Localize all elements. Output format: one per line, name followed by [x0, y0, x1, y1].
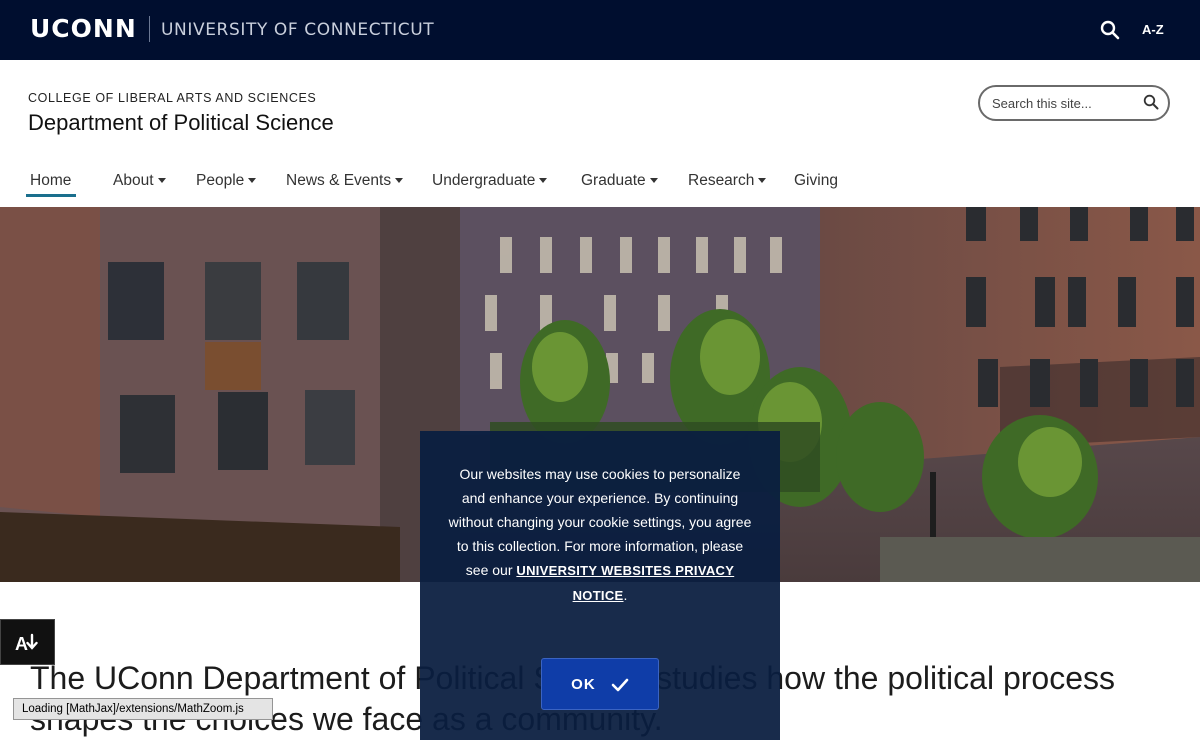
accessibility-button[interactable]: A [0, 619, 55, 665]
nav-item-undergraduate[interactable]: Undergraduate [432, 172, 548, 190]
caret-down-icon [649, 178, 658, 184]
cookie-notice-body: Our websites may use cookies to personal… [448, 466, 752, 578]
banner-divider [149, 16, 150, 42]
caret-down-icon [248, 178, 257, 184]
active-nav-indicator [26, 194, 76, 197]
svg-text:A: A [15, 634, 28, 654]
nav-item-label: People [196, 172, 245, 189]
site-search-box [978, 85, 1170, 121]
nav-item-label: About [113, 172, 154, 189]
cookie-period: . [623, 587, 628, 603]
mathjax-loading-message: Loading [MathJax]/extensions/MathZoom.js [13, 698, 273, 720]
college-name[interactable]: COLLEGE OF LIBERAL ARTS AND SCIENCES [28, 91, 316, 105]
caret-down-icon [758, 178, 767, 184]
ok-label: OK [571, 675, 596, 693]
nav-item-research[interactable]: Research [688, 172, 767, 190]
nav-item-label: Giving [794, 172, 838, 189]
nav-item-graduate[interactable]: Graduate [581, 172, 658, 190]
accessibility-download-icon: A [15, 633, 38, 654]
caret-down-icon [157, 178, 166, 184]
caret-down-icon [395, 178, 404, 184]
department-title[interactable]: Department of Political Science [28, 110, 334, 136]
a-z-index-link[interactable]: A-Z [1142, 22, 1164, 37]
nav-item-label: Graduate [581, 172, 646, 189]
nav-item-about[interactable]: About [113, 172, 166, 190]
cookie-ok-button[interactable]: OK [541, 658, 659, 710]
search-icon[interactable] [1143, 94, 1159, 110]
nav-item-label: News & Events [286, 172, 392, 189]
uconn-wordmark[interactable]: UCONN [30, 14, 137, 43]
nav-item-label: Undergraduate [432, 172, 536, 189]
check-icon [611, 678, 629, 691]
university-name-link[interactable]: UNIVERSITY OF CONNECTICUT [161, 20, 434, 40]
search-icon[interactable] [1100, 20, 1120, 40]
main-navigation: Home About People News & Events Undergra… [0, 168, 1200, 202]
cookie-notice-dialog: Our websites may use cookies to personal… [420, 431, 780, 740]
nav-item-people[interactable]: People [196, 172, 257, 190]
caret-down-icon [539, 178, 548, 184]
nav-item-label: Home [30, 172, 72, 189]
nav-item-giving[interactable]: Giving [794, 172, 838, 190]
university-banner: UCONN UNIVERSITY OF CONNECTICUT A-Z [0, 0, 1200, 60]
nav-item-news-events[interactable]: News & Events [286, 172, 404, 190]
nav-item-label: Research [688, 172, 755, 189]
cookie-notice-text: Our websites may use cookies to personal… [446, 462, 754, 608]
nav-item-home[interactable]: Home [30, 172, 71, 190]
site-search-input[interactable] [992, 94, 1142, 112]
